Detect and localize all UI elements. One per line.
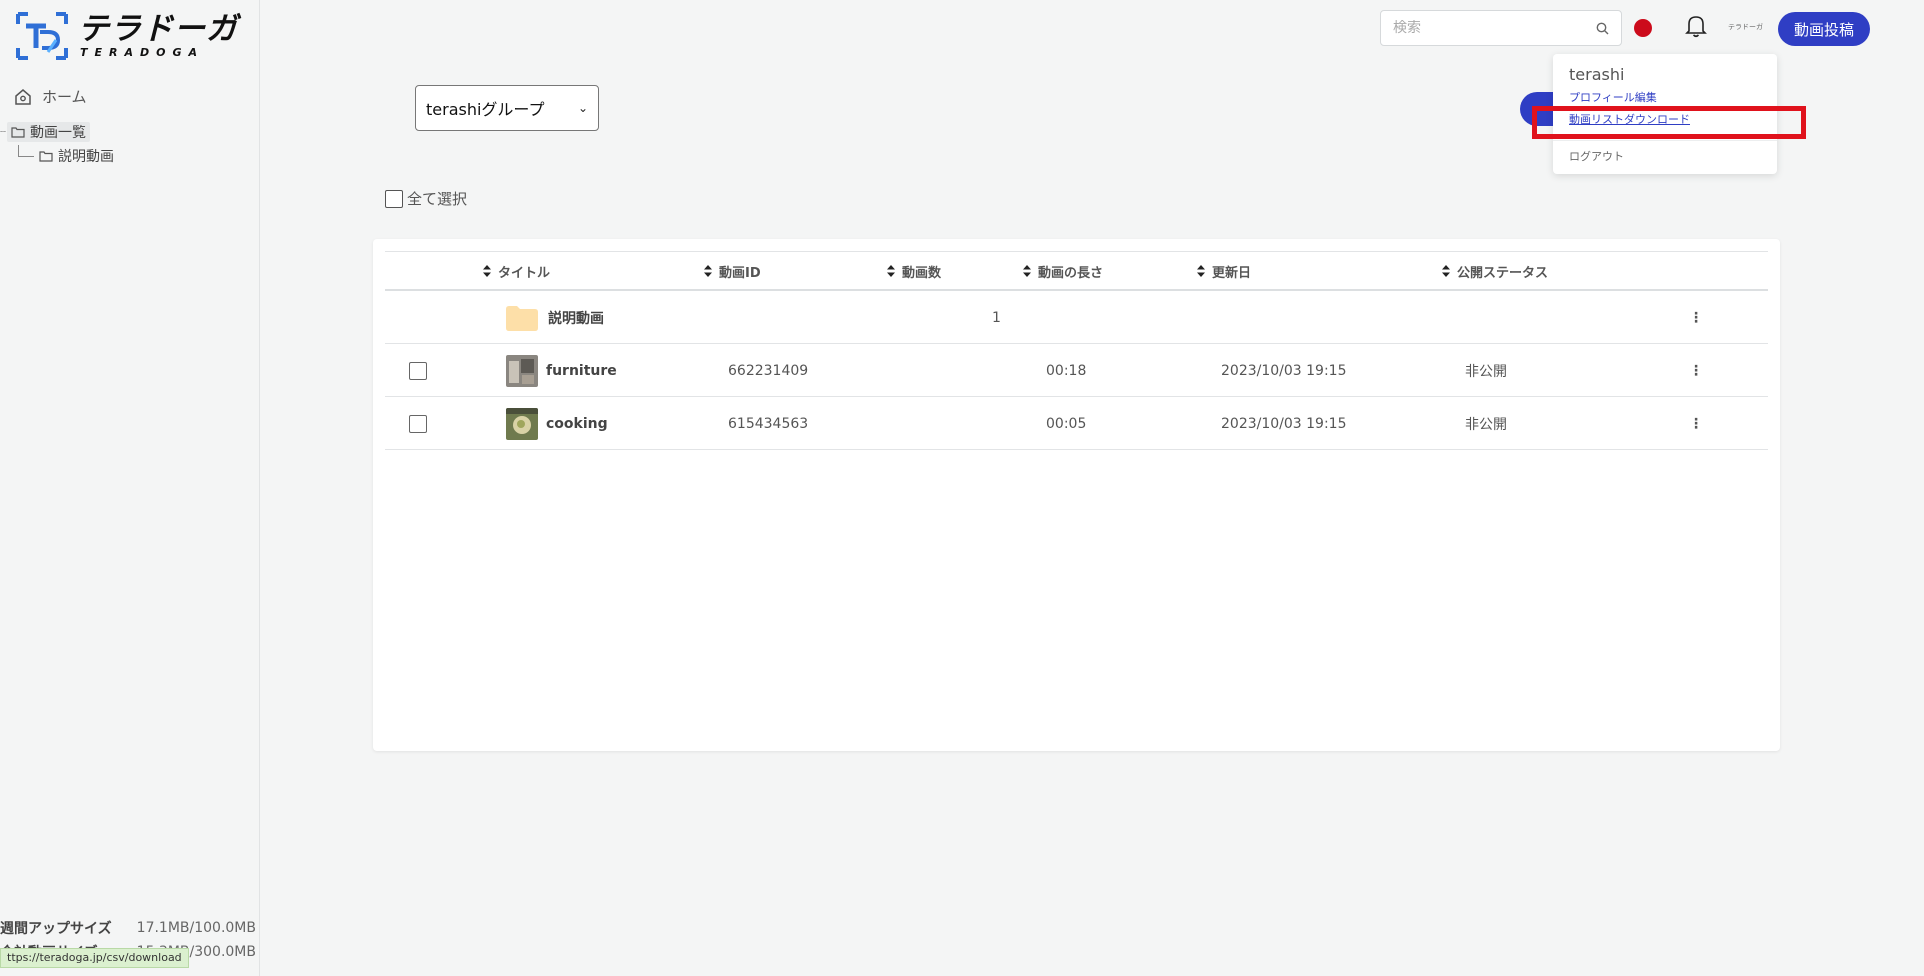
- video-updated: 2023/10/03 19:15: [1221, 415, 1347, 432]
- video-status: 非公開: [1465, 416, 1507, 433]
- menu-item-edit-profile[interactable]: プロフィール編集: [1569, 88, 1761, 110]
- usage-value: 17.1MB/100.0MB: [136, 920, 256, 936]
- more-options-icon[interactable]: ⋮: [1689, 397, 1703, 450]
- teradoga-logo-icon: [16, 12, 68, 60]
- nav-home[interactable]: ホーム: [14, 86, 87, 107]
- table-row[interactable]: furniture 662231409 00:18 2023/10/03 19:…: [385, 344, 1768, 397]
- tree-item-explanation-videos[interactable]: 説明動画: [0, 144, 114, 168]
- chevron-down-icon: ⌄: [577, 101, 588, 115]
- column-label: 更新日: [1212, 265, 1252, 281]
- select-all-label: 全て選択: [407, 190, 468, 208]
- table-row[interactable]: cooking 615434563 00:05 2023/10/03 19:15…: [385, 397, 1768, 450]
- row-checkbox[interactable]: [409, 414, 427, 433]
- column-header-status[interactable]: 公開ステータス: [1441, 252, 1548, 290]
- video-duration: 00:05: [1046, 415, 1087, 432]
- home-icon: [15, 88, 31, 105]
- table-header: タイトル 動画ID 動画数 動画の長さ 更新日 公開ステータス: [385, 251, 1768, 291]
- menu-item-logout[interactable]: ログアウト: [1569, 147, 1761, 167]
- column-header-title[interactable]: タイトル: [482, 252, 550, 290]
- video-duration: 00:18: [1046, 362, 1087, 379]
- nav-home-label: ホーム: [42, 88, 87, 106]
- brand-logo[interactable]: テラドーガ TERADOGA: [16, 12, 238, 60]
- folder-video-count: 1: [992, 309, 1001, 326]
- upload-video-button[interactable]: 動画投稿: [1778, 12, 1870, 46]
- video-status: 非公開: [1465, 363, 1507, 380]
- group-select[interactable]: terashiグループ ⌄: [415, 85, 599, 131]
- sort-icon: [1197, 265, 1205, 277]
- row-checkbox-cell: [409, 397, 427, 450]
- notification-bell-icon[interactable]: [1685, 14, 1707, 42]
- sort-icon: [483, 265, 491, 277]
- table-row-folder[interactable]: 説明動画 1 ⋮: [385, 291, 1768, 344]
- column-label: 動画ID: [719, 265, 761, 281]
- tree-item-label: 説明動画: [58, 149, 114, 165]
- browser-status-url: ttps://teradoga.jp/csv/download: [0, 948, 189, 968]
- menu-divider: [1553, 140, 1777, 141]
- video-title: furniture: [546, 362, 617, 379]
- video-thumbnail: [506, 407, 538, 440]
- sidebar: テラドーガ TERADOGA ホーム ┄ 動画一覧 説明動画 週間アップサイズ …: [0, 0, 260, 976]
- folder-icon: [11, 127, 25, 138]
- video-table: タイトル 動画ID 動画数 動画の長さ 更新日 公開ステータス 説明動画 1 ⋮…: [385, 251, 1768, 450]
- weekly-upload-usage: 週間アップサイズ 17.1MB/100.0MB: [0, 916, 260, 940]
- menu-username: terashi: [1569, 65, 1625, 84]
- column-header-video-id[interactable]: 動画ID: [703, 252, 761, 290]
- row-checkbox-cell: [409, 344, 427, 397]
- menu-item-download-video-list[interactable]: 動画リストダウンロード: [1569, 110, 1761, 132]
- sort-icon: [1023, 265, 1031, 277]
- video-id: 615434563: [728, 415, 809, 432]
- video-title-cell[interactable]: furniture: [506, 344, 617, 397]
- video-id: 662231409: [728, 362, 809, 379]
- tree-connector: [18, 145, 34, 157]
- sort-icon: [1442, 265, 1450, 277]
- column-label: 動画数: [902, 265, 942, 281]
- account-avatar[interactable]: テラドーガ: [1728, 22, 1764, 34]
- column-label: 公開ステータス: [1457, 265, 1549, 281]
- folder-icon: [39, 151, 53, 162]
- video-title: cooking: [546, 415, 608, 432]
- recording-indicator-icon[interactable]: [1634, 19, 1652, 37]
- more-options-icon[interactable]: ⋮: [1689, 291, 1703, 344]
- column-header-duration[interactable]: 動画の長さ: [1022, 252, 1103, 290]
- column-header-updated[interactable]: 更新日: [1196, 252, 1251, 290]
- tree-item-label: 動画一覧: [30, 125, 87, 141]
- select-all[interactable]: 全て選択: [385, 188, 467, 209]
- column-label: 動画の長さ: [1038, 265, 1104, 281]
- video-updated: 2023/10/03 19:15: [1221, 362, 1347, 379]
- brand-name-jp: テラドーガ: [78, 11, 238, 47]
- usage-label: 週間アップサイズ: [0, 921, 112, 937]
- more-options-icon[interactable]: ⋮: [1689, 344, 1703, 397]
- group-select-value: terashiグループ: [426, 100, 545, 119]
- brand-name-en: TERADOGA: [80, 46, 205, 59]
- row-checkbox[interactable]: [409, 361, 427, 380]
- folder-title-cell[interactable]: 説明動画: [506, 291, 604, 344]
- folder-icon: [506, 305, 538, 331]
- video-thumbnail: [506, 354, 538, 387]
- search-box[interactable]: [1380, 10, 1622, 46]
- folder-title: 説明動画: [548, 310, 604, 327]
- user-dropdown-menu: terashi プロフィール編集 動画リストダウンロード ログアウト: [1553, 54, 1777, 174]
- video-title-cell[interactable]: cooking: [506, 397, 608, 450]
- column-header-video-count[interactable]: 動画数: [886, 252, 941, 290]
- folder-tree: ┄ 動画一覧 説明動画: [0, 120, 114, 168]
- tree-connector: ┄: [0, 126, 6, 138]
- search-icon[interactable]: [1596, 22, 1609, 35]
- tree-item-video-list[interactable]: ┄ 動画一覧: [0, 120, 114, 144]
- search-input[interactable]: [1393, 20, 1596, 36]
- sort-icon: [704, 265, 712, 277]
- video-table-card: タイトル 動画ID 動画数 動画の長さ 更新日 公開ステータス 説明動画 1 ⋮…: [373, 239, 1780, 751]
- sort-icon: [887, 265, 895, 277]
- select-all-checkbox[interactable]: [385, 189, 403, 208]
- column-label: タイトル: [498, 265, 551, 281]
